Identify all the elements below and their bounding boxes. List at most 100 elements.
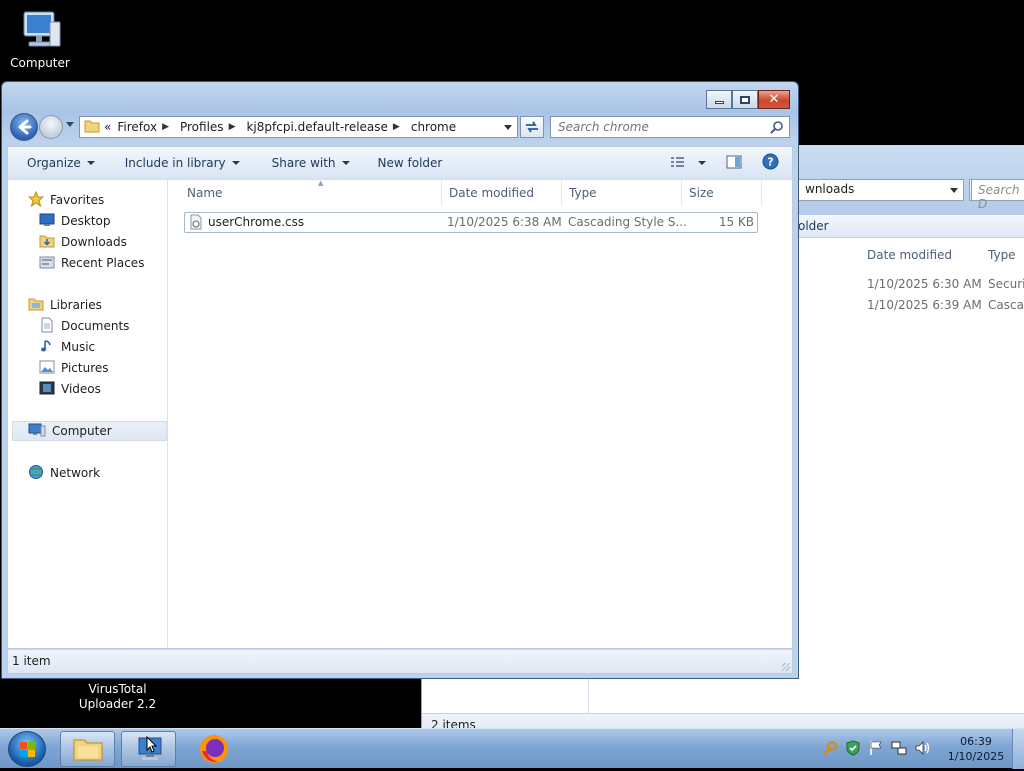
bg-col-date[interactable]: Date modified <box>867 248 952 262</box>
show-desktop-button[interactable] <box>1012 729 1024 769</box>
nav-network[interactable]: Network <box>28 463 100 483</box>
nav-libraries[interactable]: Libraries <box>28 295 102 315</box>
include-in-library-label: Include in library <box>124 156 226 170</box>
breadcrumb-chrome-label: chrome <box>410 120 457 134</box>
command-bar-right: ? <box>670 147 792 179</box>
nav-favorites-label: Favorites <box>50 193 105 207</box>
search-icon[interactable] <box>770 120 784 137</box>
desktop-computer-icon[interactable]: Computer <box>0 8 80 70</box>
clock-time: 06:39 <box>960 735 992 748</box>
search-input[interactable] <box>551 117 761 137</box>
column-header-type[interactable]: Type <box>562 180 682 206</box>
help-button[interactable]: ? <box>762 153 779 173</box>
desktop-computer-label: Computer <box>10 56 70 70</box>
taskbar-remote-desktop-button[interactable] <box>121 731 176 767</box>
bg-address-bar[interactable]: wnloads <box>798 179 964 201</box>
file-name: userChrome.css <box>208 215 305 229</box>
share-with-button[interactable]: Share with <box>254 147 364 179</box>
nav-music[interactable]: Music <box>39 337 95 357</box>
refresh-button[interactable] <box>520 116 544 138</box>
css-file-icon <box>188 214 204 233</box>
taskbar-explorer-button[interactable] <box>60 731 115 767</box>
system-tray: 06:39 1/10/2025 <box>822 729 1024 769</box>
recent-pages-dropdown-icon[interactable] <box>66 122 74 127</box>
bg-address-text: wnloads <box>805 182 855 196</box>
resize-grip-icon[interactable] <box>782 663 790 671</box>
start-button[interactable] <box>8 731 46 767</box>
nav-videos[interactable]: Videos <box>39 379 101 399</box>
close-icon: ✕ <box>768 92 780 107</box>
maximize-button[interactable] <box>732 90 758 109</box>
taskbar-clock[interactable]: 06:39 1/10/2025 <box>940 734 1012 764</box>
nav-favorites[interactable]: Favorites <box>27 190 105 210</box>
back-button[interactable] <box>10 113 38 141</box>
explorer-window[interactable]: ✕ « Firefox ▶ Profiles ▶ kj8pfcpi.default-… <box>1 81 799 679</box>
view-options-button[interactable] <box>670 157 706 169</box>
minimize-button[interactable] <box>706 90 732 109</box>
nav-network-label: Network <box>50 466 101 480</box>
network-tray-icon[interactable] <box>891 740 907 759</box>
chevron-down-icon <box>341 161 350 165</box>
network-icon <box>28 464 44 483</box>
column-header-date-label: Date modified <box>449 186 535 200</box>
address-bar[interactable]: « Firefox ▶ Profiles ▶ kj8pfcpi.default-re… <box>79 116 518 138</box>
search-key-tray-icon[interactable] <box>822 740 838 759</box>
action-center-flag-icon[interactable] <box>868 740 884 759</box>
new-folder-button[interactable]: New folder <box>364 147 457 179</box>
include-in-library-button[interactable]: Include in library <box>109 147 254 179</box>
address-dropdown-icon[interactable] <box>504 125 512 130</box>
chevron-down-icon <box>698 161 706 165</box>
taskbar: 06:39 1/10/2025 <box>0 728 1024 769</box>
bg-search-input[interactable]: Search D <box>971 179 1024 211</box>
breadcrumb-profiles-label: Profiles <box>179 120 224 134</box>
vt-label-line1: VirusTotal <box>88 682 147 696</box>
breadcrumb-overflow-label: « <box>104 120 112 134</box>
breadcrumb-separator-icon[interactable]: ▶ <box>162 122 169 132</box>
breadcrumb-profile-folder-label: kj8pfcpi.default-release <box>246 120 388 134</box>
bg-command-label[interactable]: older <box>798 219 829 233</box>
breadcrumb-item-profiles[interactable]: Profiles ▶ <box>180 120 241 134</box>
preview-pane-button[interactable] <box>726 155 742 172</box>
nav-computer[interactable]: Computer <box>12 421 167 441</box>
organize-button[interactable]: Organize <box>8 147 109 179</box>
bg-address-dropdown-icon[interactable] <box>950 188 958 193</box>
back-arrow-icon <box>18 119 32 135</box>
bg-row-1-date: 1/10/2025 6:30 AM <box>867 277 982 291</box>
column-header-date[interactable]: Date modified <box>442 180 562 206</box>
nav-downloads[interactable]: Downloads <box>39 232 127 252</box>
forward-button[interactable] <box>39 115 63 139</box>
navigation-pane[interactable]: Favorites Desktop Downloads Recent Place… <box>8 180 168 648</box>
desktop-virustotal-shortcut[interactable]: VirusTotal Uploader 2.2 <box>70 682 165 712</box>
computer-icon <box>28 423 46 440</box>
column-header-type-label: Type <box>569 186 597 200</box>
column-header-size[interactable]: Size <box>682 180 762 206</box>
close-button[interactable]: ✕ <box>758 90 790 109</box>
nav-libraries-label: Libraries <box>50 298 102 312</box>
sort-arrow-icon: ▲ <box>318 179 324 187</box>
security-shield-tray-icon[interactable] <box>845 739 861 759</box>
nav-pictures[interactable]: Pictures <box>39 358 109 378</box>
taskbar-firefox-button[interactable] <box>186 731 241 767</box>
breadcrumb-separator-icon[interactable]: ▶ <box>393 122 400 132</box>
breadcrumb-item-profile-folder[interactable]: kj8pfcpi.default-release ▶ <box>246 120 404 134</box>
nav-desktop[interactable]: Desktop <box>39 211 111 231</box>
file-size: 15 KB <box>718 215 754 229</box>
volume-tray-icon[interactable] <box>914 740 932 759</box>
nav-documents-label: Documents <box>61 319 130 333</box>
preview-pane-icon <box>726 155 742 168</box>
file-type: Cascading Style S... <box>568 215 687 229</box>
breadcrumb-overflow[interactable]: « <box>104 120 111 134</box>
caption-buttons: ✕ <box>706 90 790 109</box>
column-header-name[interactable]: Name ▲ <box>180 179 442 206</box>
bg-col-type[interactable]: Type <box>988 248 1016 262</box>
breadcrumb-firefox-label: Firefox <box>117 120 158 134</box>
nav-recent-places[interactable]: Recent Places <box>39 253 144 273</box>
breadcrumb-item-chrome[interactable]: chrome <box>411 120 456 134</box>
file-row[interactable]: userChrome.css 1/10/2025 6:38 AM Cascadi… <box>184 212 758 233</box>
breadcrumb-item-firefox[interactable]: Firefox ▶ <box>117 120 174 134</box>
breadcrumb-separator-icon[interactable]: ▶ <box>229 122 236 132</box>
nav-documents[interactable]: Documents <box>39 316 129 336</box>
file-list-pane[interactable]: Name ▲ Date modified Type Size userChrom… <box>169 179 792 648</box>
search-box[interactable] <box>550 116 790 138</box>
command-bar: Organize Include in library Share with N… <box>7 146 793 179</box>
